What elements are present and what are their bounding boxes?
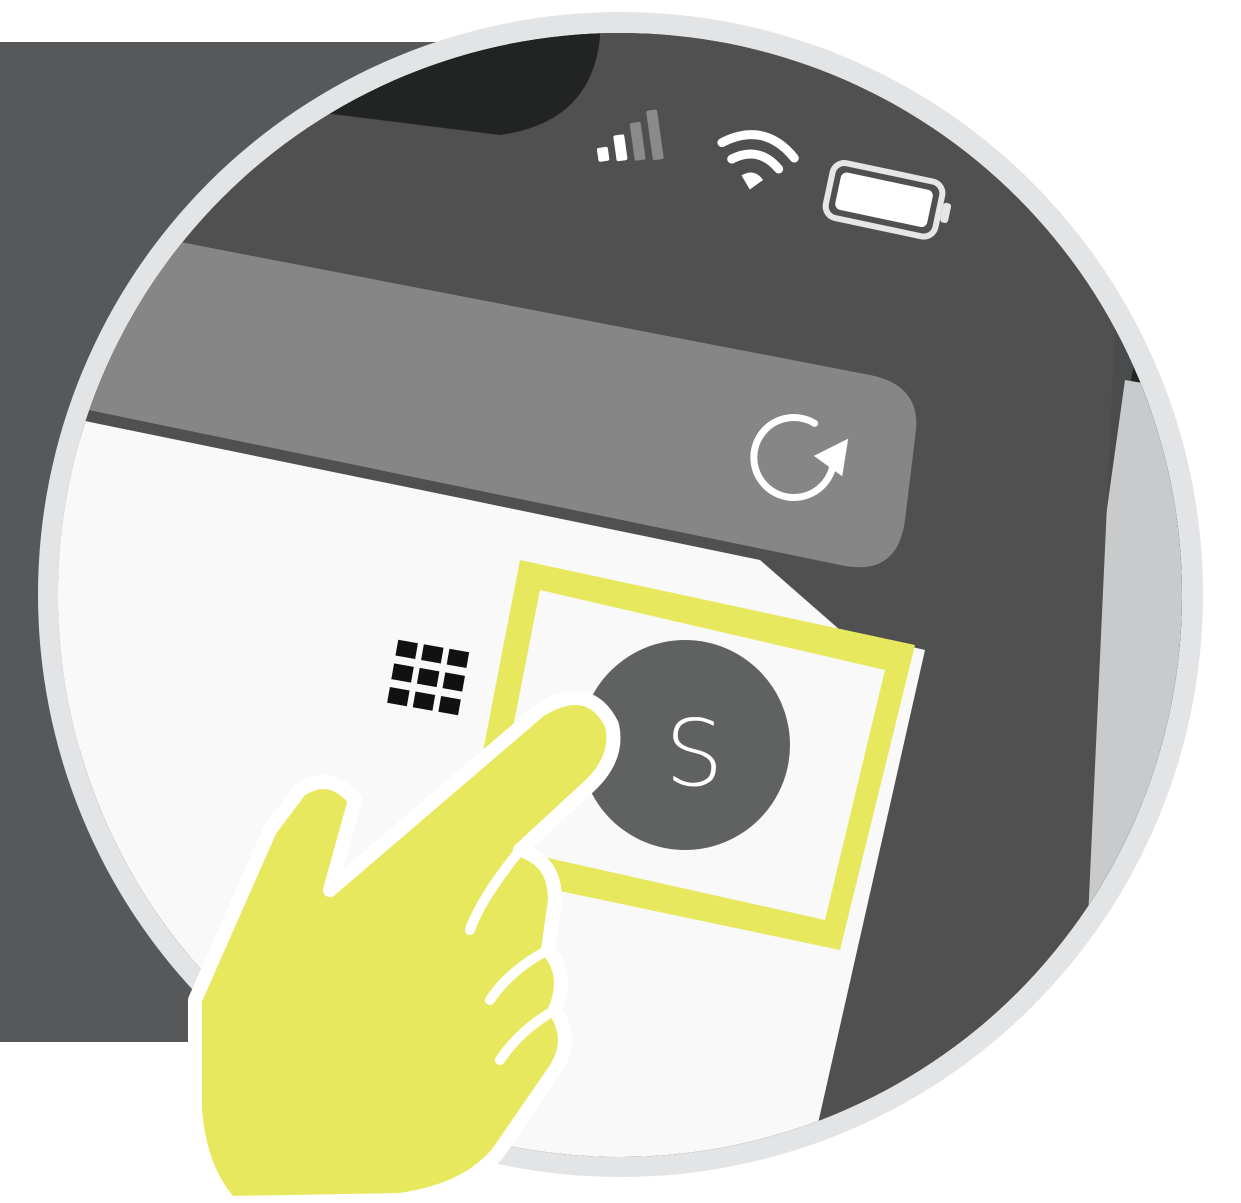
avatar-initial: S [665, 700, 723, 807]
zoomed-phone-view: S [58, 33, 1182, 1203]
apps-grid-icon[interactable] [387, 639, 470, 716]
notch [260, 33, 601, 135]
